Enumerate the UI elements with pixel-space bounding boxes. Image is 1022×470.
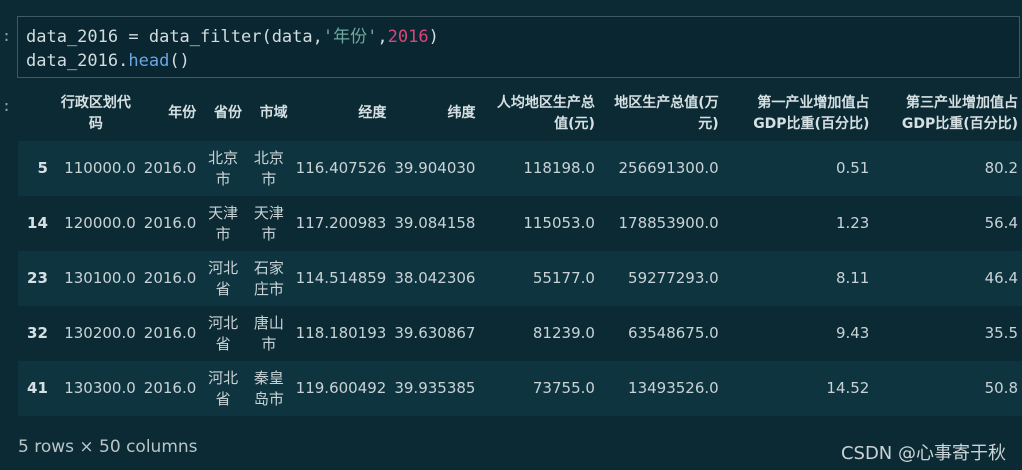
table-cell: 天津市 bbox=[245, 196, 292, 251]
table-cell: 81239.0 bbox=[479, 306, 599, 361]
index-header bbox=[18, 86, 52, 141]
table-cell: 14.52 bbox=[722, 361, 874, 416]
table-cell: 秦皇岛市 bbox=[245, 361, 292, 416]
watermark: CSDN @心事寄于秋 bbox=[840, 443, 1006, 464]
table-cell: 118198.0 bbox=[479, 141, 599, 196]
code-token: , bbox=[377, 27, 388, 47]
code-method: head bbox=[128, 51, 170, 71]
table-header-row: 行政区划代码 年份 省份 市域 经度 纬度 人均地区生产总值(元) 地区生产总值… bbox=[18, 86, 1022, 141]
table-row: 5 110000.0 2016.0 北京市 北京市 116.407526 39.904030… bbox=[18, 141, 1022, 196]
code-token: , bbox=[312, 27, 323, 47]
output-prompt: : bbox=[2, 97, 12, 115]
table-cell: 56.4 bbox=[873, 196, 1022, 251]
table-cell: 130300.0 bbox=[51, 361, 140, 416]
column-header: 人均地区生产总值(元) bbox=[496, 94, 595, 132]
table-row: 14 120000.0 2016.0 天津市 天津市 117.200983 39.08415… bbox=[18, 196, 1022, 251]
column-header: 第一产业增加值占GDP比重(百分比) bbox=[753, 94, 870, 132]
table-cell: 河北省 bbox=[200, 251, 246, 306]
column-header: 行政区划代码 bbox=[60, 94, 131, 132]
code-number: 2016 bbox=[387, 27, 429, 47]
table-cell: 石家庄市 bbox=[245, 251, 292, 306]
table-cell: 110000.0 bbox=[51, 141, 140, 196]
code-string: '年份' bbox=[322, 27, 378, 47]
table-cell: 73755.0 bbox=[479, 361, 599, 416]
table-row: 41 130300.0 2016.0 河北省 秦皇岛市 119.600492 39.9353… bbox=[18, 361, 1022, 416]
table-cell: 39.904030 bbox=[390, 141, 480, 196]
code-token: data_2016 bbox=[26, 27, 119, 47]
column-header: 省份 bbox=[213, 105, 242, 121]
row-index: 32 bbox=[18, 306, 52, 361]
table-cell: 35.5 bbox=[873, 306, 1022, 361]
row-index: 5 bbox=[18, 141, 52, 196]
code-token: data bbox=[271, 27, 313, 47]
table-cell: 2016.0 bbox=[139, 141, 201, 196]
table-cell: 59277293.0 bbox=[598, 251, 723, 306]
table-cell: 55177.0 bbox=[479, 251, 599, 306]
input-prompt: : bbox=[2, 27, 12, 45]
table-cell: 9.43 bbox=[722, 306, 874, 361]
table-cell: 116.407526 bbox=[291, 141, 391, 196]
table-cell: 唐山市 bbox=[245, 306, 292, 361]
row-index: 41 bbox=[18, 361, 52, 416]
table-cell: 117.200983 bbox=[291, 196, 391, 251]
table-cell: 119.600492 bbox=[291, 361, 391, 416]
row-index: 23 bbox=[18, 251, 52, 306]
table-row: 32 130200.0 2016.0 河北省 唐山市 118.180193 39.63086… bbox=[18, 306, 1022, 361]
table-cell: 38.042306 bbox=[390, 251, 480, 306]
table-row: 23 130100.0 2016.0 河北省 石家庄市 114.514859 38.0423… bbox=[18, 251, 1022, 306]
row-count-footer: 5 rows × 50 columns bbox=[18, 437, 198, 457]
table-cell: 北京市 bbox=[200, 141, 246, 196]
table-cell: 8.11 bbox=[722, 251, 874, 306]
table-cell: 2016.0 bbox=[139, 196, 201, 251]
code-token: data_filter bbox=[148, 27, 262, 47]
column-header: 第三产业增加值占GDP比重(百分比) bbox=[901, 94, 1018, 132]
table-cell: 118.180193 bbox=[291, 306, 391, 361]
table-cell: 0.51 bbox=[722, 141, 874, 196]
dataframe-table: 行政区划代码 年份 省份 市域 经度 纬度 人均地区生产总值(元) 地区生产总值… bbox=[18, 86, 1022, 416]
column-header: 地区生产总值(万元) bbox=[614, 94, 719, 132]
table-cell: 50.8 bbox=[873, 361, 1022, 416]
code-token: ) bbox=[428, 27, 439, 47]
table-cell: 39.084158 bbox=[390, 196, 480, 251]
table-cell: 天津市 bbox=[200, 196, 246, 251]
column-header: 经度 bbox=[358, 105, 387, 121]
code-token: data_2016. bbox=[26, 51, 129, 71]
table-cell: 1.23 bbox=[722, 196, 874, 251]
table-cell: 河北省 bbox=[200, 361, 246, 416]
table-cell: 2016.0 bbox=[139, 251, 201, 306]
table-cell: 115053.0 bbox=[479, 196, 599, 251]
table-cell: 130200.0 bbox=[51, 306, 140, 361]
column-header: 年份 bbox=[168, 105, 197, 121]
table-cell: 13493526.0 bbox=[598, 361, 723, 416]
code-token: () bbox=[169, 51, 190, 71]
column-header: 市域 bbox=[259, 105, 288, 121]
table-cell: 2016.0 bbox=[139, 306, 201, 361]
code-cell-input[interactable]: data_2016 = data_filter(data,'年份',2016) … bbox=[17, 16, 1020, 78]
table-cell: 80.2 bbox=[873, 141, 1022, 196]
table-cell: 178853900.0 bbox=[598, 196, 723, 251]
code-editor[interactable]: data_2016 = data_filter(data,'年份',2016) … bbox=[26, 25, 439, 73]
table-cell: 北京市 bbox=[245, 141, 292, 196]
column-header: 纬度 bbox=[447, 105, 476, 121]
table-cell: 130100.0 bbox=[51, 251, 140, 306]
table-cell: 63548675.0 bbox=[598, 306, 723, 361]
table-cell: 256691300.0 bbox=[598, 141, 723, 196]
table-cell: 114.514859 bbox=[291, 251, 391, 306]
table-cell: 39.630867 bbox=[390, 306, 480, 361]
table-cell: 39.935385 bbox=[390, 361, 480, 416]
table-cell: 2016.0 bbox=[139, 361, 201, 416]
table-cell: 120000.0 bbox=[51, 196, 140, 251]
code-token: = bbox=[118, 27, 149, 47]
code-token: ( bbox=[261, 27, 272, 47]
table-cell: 河北省 bbox=[200, 306, 246, 361]
row-index: 14 bbox=[18, 196, 52, 251]
table-cell: 46.4 bbox=[873, 251, 1022, 306]
